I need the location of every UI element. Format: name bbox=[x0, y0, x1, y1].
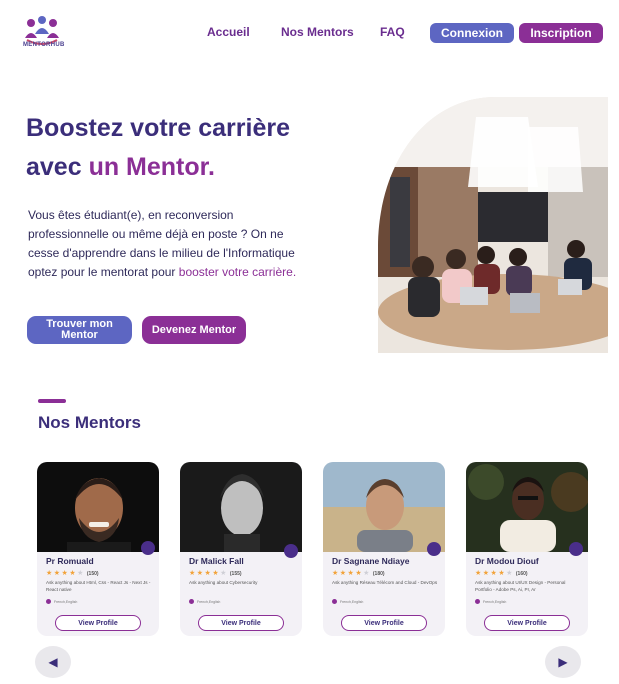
mentor-card[interactable]: Dr Modou Diouf ★★★★★ (160) Ask anything a… bbox=[466, 462, 588, 636]
view-profile-button[interactable]: View Profile bbox=[55, 615, 141, 631]
mentor-description: Ask anything about Html, Css - React Js … bbox=[46, 580, 151, 592]
carousel-prev-button[interactable]: ◀ bbox=[35, 646, 71, 678]
view-profile-button[interactable]: View Profile bbox=[341, 615, 427, 631]
mentor-description: Ask anything Réseau Télécom and Cloud - … bbox=[332, 580, 438, 585]
find-mentor-label: Trouver mon Mentor bbox=[46, 318, 113, 341]
mentor-language-text: French,English bbox=[54, 599, 78, 604]
hero-title-line1: Boostez votre carrière bbox=[26, 114, 291, 142]
hero-title-line2: avec un Mentor. bbox=[26, 153, 215, 182]
mentor-rating: ★★★★★ (150) bbox=[46, 570, 99, 577]
nav-nos-mentors[interactable]: Nos Mentors bbox=[281, 25, 354, 39]
mentor-rating: ★★★★★ (155) bbox=[189, 570, 242, 577]
hero-text-accent: booster votre carrière. bbox=[178, 265, 297, 279]
arrow-right-icon: ▶ bbox=[558, 655, 568, 669]
status-dot bbox=[427, 542, 441, 556]
mentor-name: Dr Modou Diouf bbox=[475, 556, 539, 566]
rating-count: (160) bbox=[515, 571, 528, 577]
nav-accueil[interactable]: Accueil bbox=[207, 25, 250, 39]
mentor-languages: French,English bbox=[332, 599, 363, 604]
mentor-name: Dr Sagnane Ndiaye bbox=[332, 556, 410, 566]
mentor-languages: French,English bbox=[189, 599, 220, 604]
mentor-rating: ★★★★★ (180) bbox=[332, 570, 385, 577]
hero-meeting-photo bbox=[378, 97, 608, 353]
mentor-language-text: French,English bbox=[197, 599, 221, 604]
mentor-description: Ask anything about Cybersecurity bbox=[189, 580, 258, 585]
status-dot bbox=[284, 544, 298, 558]
become-mentor-button[interactable]: Devenez Mentor bbox=[142, 316, 246, 344]
language-dot-icon bbox=[46, 599, 51, 604]
mentor-photo bbox=[466, 462, 588, 552]
section-accent-bar bbox=[38, 399, 66, 403]
status-dot bbox=[569, 542, 583, 556]
hero-title-accent: un Mentor. bbox=[88, 153, 215, 181]
login-button[interactable]: Connexion bbox=[430, 23, 514, 43]
mentor-description: Ask anything about UI/UX Design - Person… bbox=[475, 580, 566, 592]
mentor-name: Dr Malick Fall bbox=[189, 556, 244, 566]
rating-count: (155) bbox=[229, 571, 242, 577]
mentor-card[interactable]: Dr Malick Fall ★★★★★ (155) Ask anything a… bbox=[180, 462, 302, 636]
mentor-name: Pr Romuald bbox=[46, 556, 94, 566]
mentor-photo bbox=[37, 462, 159, 552]
carousel-next-button[interactable]: ▶ bbox=[545, 646, 581, 678]
hero-description: Vous êtes étudiant(e), en reconversion p… bbox=[28, 206, 298, 282]
signup-button[interactable]: Inscription bbox=[519, 23, 603, 43]
hero-title-prefix: avec bbox=[26, 153, 89, 181]
section-title: Nos Mentors bbox=[38, 413, 141, 432]
nav-faq[interactable]: FAQ bbox=[380, 25, 405, 39]
find-mentor-button[interactable]: Trouver mon Mentor bbox=[27, 316, 132, 344]
mentor-languages: French,English bbox=[475, 599, 506, 604]
language-dot-icon bbox=[475, 599, 480, 604]
rating-count: (180) bbox=[372, 571, 385, 577]
language-dot-icon bbox=[189, 599, 194, 604]
mentor-languages: French,English bbox=[46, 599, 77, 604]
logo-text: MENTORHUB bbox=[23, 42, 65, 48]
mentor-language-text: French,English bbox=[483, 599, 507, 604]
arrow-left-icon: ◀ bbox=[48, 655, 58, 669]
rating-count: (150) bbox=[86, 571, 99, 577]
mentor-rating: ★★★★★ (160) bbox=[475, 570, 528, 577]
mentor-card[interactable]: Dr Sagnane Ndiaye ★★★★★ (180) Ask anythin… bbox=[323, 462, 445, 636]
mentor-photo bbox=[323, 462, 445, 552]
language-dot-icon bbox=[332, 599, 337, 604]
mentor-card[interactable]: Pr Romuald ★★★★★ (150) Ask anything about… bbox=[37, 462, 159, 636]
mentor-language-text: French,English bbox=[340, 599, 364, 604]
mentor-photo bbox=[180, 462, 302, 552]
view-profile-button[interactable]: View Profile bbox=[484, 615, 570, 631]
view-profile-button[interactable]: View Profile bbox=[198, 615, 284, 631]
status-dot bbox=[141, 541, 155, 555]
